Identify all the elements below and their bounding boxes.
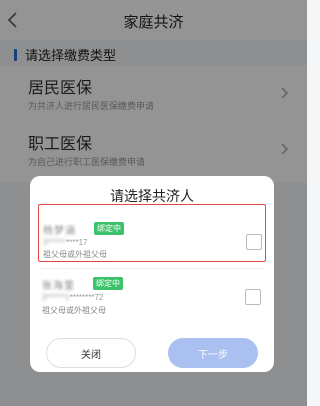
binding-status-badge: 绑定中 (94, 222, 124, 235)
id-suffix: ****17 (66, 238, 88, 247)
id-masked: 3****** (43, 238, 67, 247)
person-item[interactable]: 杨梦涵 绑定中 3**********17 祖父母或外祖父母 (38, 204, 266, 262)
dialog-title: 请选择共济人 (110, 188, 194, 204)
person-name: 张海里 (42, 281, 75, 292)
binding-status-badge: 绑定中 (93, 277, 123, 290)
person-id-number: 3**********17 (43, 238, 88, 247)
select-person-dialog: 请选择共济人 杨梦涵 绑定中 3**********17 祖父母或外祖父母 张海… (30, 176, 274, 372)
divider (40, 268, 264, 269)
close-button[interactable]: 关闭 (46, 338, 136, 368)
id-suffix: ********72 (69, 293, 104, 302)
person-relation: 祖父母或外祖父母 (43, 250, 107, 259)
person-id-number: 3******1********72 (42, 293, 103, 302)
person-relation: 祖父母或外祖父母 (42, 306, 106, 315)
id-masked: 3******1 (42, 293, 70, 302)
person-checkbox[interactable] (245, 289, 261, 305)
person-checkbox[interactable] (246, 234, 262, 250)
person-name: 杨梦涵 (43, 226, 76, 237)
person-item[interactable]: 张海里 绑定中 3******1********72 祖父母或外祖父母 (38, 272, 266, 330)
next-step-button[interactable]: 下一步 (168, 338, 258, 368)
